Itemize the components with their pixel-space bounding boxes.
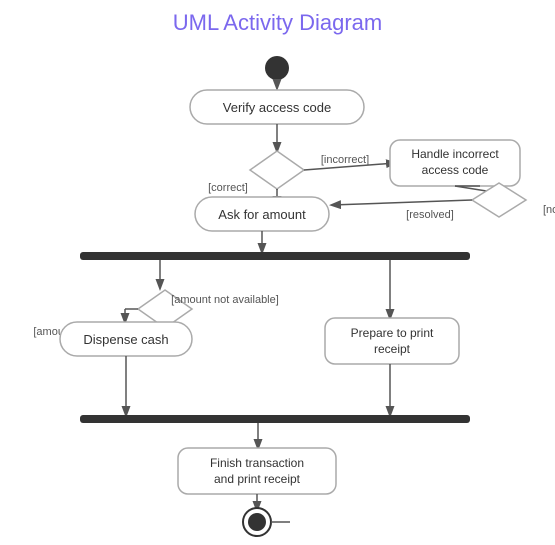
decision1-node [250, 151, 304, 189]
label-resolved: [resolved] [406, 209, 454, 221]
dispense-label: Dispense cash [83, 332, 168, 347]
label-correct: [correct] [208, 182, 248, 194]
finish-node [178, 448, 336, 494]
finish-label2: and print receipt [214, 472, 301, 486]
verify-label: Verify access code [223, 100, 331, 115]
join1-bar [80, 415, 470, 423]
label-incorrect: [incorrect] [321, 154, 369, 166]
label-not-resolved: [not resolved] [543, 204, 555, 216]
handle-label2: access code [422, 163, 489, 177]
arrow-resolved-ask [332, 200, 472, 205]
diagram-container: UML Activity Diagram Verify access code … [0, 0, 555, 545]
handle-label1: Handle incorrect [411, 147, 499, 161]
finish-label1: Finish transaction [210, 456, 304, 470]
prepare-label1: Prepare to print [351, 326, 434, 340]
fork1-bar [80, 252, 470, 260]
start-node [265, 56, 289, 80]
prepare-node [325, 318, 459, 364]
ask-amount-label: Ask for amount [218, 207, 306, 222]
uml-diagram: Verify access code [correct] [incorrect]… [0, 0, 555, 545]
prepare-label2: receipt [374, 342, 411, 356]
label-not-avail: [amount not available] [171, 294, 279, 306]
end-node-fill [248, 513, 266, 531]
decision3-node [472, 183, 526, 217]
